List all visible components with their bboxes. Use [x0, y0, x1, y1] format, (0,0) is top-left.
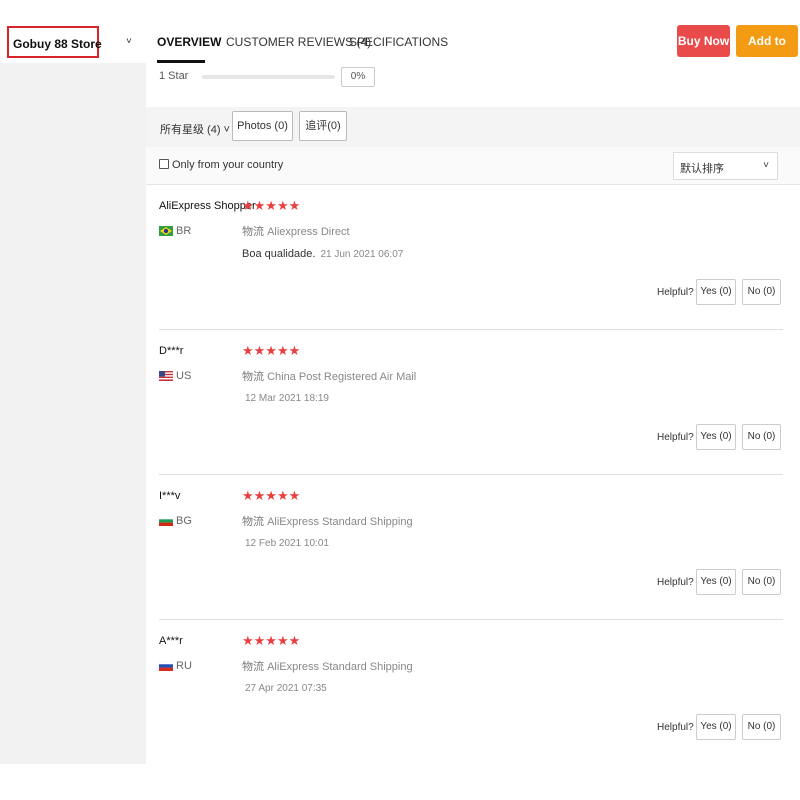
review-item: A***r RU ★★★★★ 物流 AliExpress Standard Sh…: [159, 620, 783, 765]
helpful-label: Helpful?: [657, 432, 694, 443]
helpful-no-button[interactable]: No (0): [742, 569, 781, 595]
sort-select[interactable]: 默认排序 ˅: [673, 152, 778, 180]
rating-percent: 0%: [341, 67, 375, 87]
helpful-label: Helpful?: [657, 577, 694, 588]
star-rating: ★★★★★: [242, 198, 301, 213]
logistics-info: 物流 AliExpress Standard Shipping: [242, 513, 413, 529]
reviewer-name: A***r: [159, 635, 183, 647]
all-ratings-filter[interactable]: 所有星级 (4) ˅: [160, 121, 230, 137]
helpful-label: Helpful?: [657, 287, 694, 298]
helpful-no-button[interactable]: No (0): [742, 714, 781, 740]
review-filter-bar: 所有星级 (4) ˅ Photos (0) 追评(0): [146, 107, 800, 147]
logistics-label: 物流: [242, 661, 264, 673]
logistics-label: 物流: [242, 226, 264, 238]
review-date: 27 Apr 2021 07:35: [245, 683, 327, 694]
review-text: Boa qualidade.: [242, 248, 316, 260]
review-text-line: Boa qualidade. 21 Jun 2021 06:07: [242, 248, 403, 260]
star-rating: ★★★★★: [242, 488, 301, 503]
review-date: 12 Mar 2021 18:19: [245, 393, 329, 404]
tab-overview[interactable]: OVERVIEW: [157, 35, 221, 49]
helpful-yes-button[interactable]: Yes (0): [696, 424, 736, 450]
helpful-no-button[interactable]: No (0): [742, 279, 781, 305]
rating-bar: [202, 75, 335, 79]
country-only-checkbox[interactable]: [159, 159, 169, 169]
brazil-flag-icon: [159, 226, 173, 236]
helpful-no-button[interactable]: No (0): [742, 424, 781, 450]
rating-distribution-row: 1 Star 0%: [159, 63, 779, 91]
tab-specifications[interactable]: SPECIFICATIONS: [349, 35, 448, 49]
rating-label: 1 Star: [159, 70, 189, 82]
review-item: D***r US ★★★★★ 物流 China Post Registered …: [159, 330, 783, 475]
reviewer-country: BG: [176, 515, 192, 527]
bulgaria-flag-icon: [159, 516, 173, 526]
chevron-down-icon: ˅: [763, 160, 769, 171]
logistics-info: 物流 AliExpress Standard Shipping: [242, 658, 413, 674]
usa-flag-icon: [159, 371, 173, 381]
page-bottom: [146, 764, 800, 800]
reviewer-name: I***v: [159, 490, 181, 502]
helpful-label: Helpful?: [657, 722, 694, 733]
logistics-method: AliExpress Standard Shipping: [267, 661, 413, 673]
logistics-label: 物流: [242, 371, 264, 383]
logistics-method: AliExpress Standard Shipping: [267, 516, 413, 528]
reviewer-name: D***r: [159, 345, 184, 357]
star-rating: ★★★★★: [242, 633, 301, 648]
chevron-down-icon[interactable]: ˅: [126, 36, 132, 47]
helpful-yes-button[interactable]: Yes (0): [696, 569, 736, 595]
buy-now-button[interactable]: Buy Now: [677, 25, 730, 57]
reviewer-country: US: [176, 370, 192, 382]
photos-filter-button[interactable]: Photos (0): [232, 111, 293, 141]
logistics-method: China Post Registered Air Mail: [267, 371, 417, 383]
store-name: Gobuy 88 Store: [13, 37, 102, 51]
store-name-box[interactable]: Gobuy 88 Store: [7, 26, 102, 58]
logistics-label: 物流: [242, 516, 264, 528]
review-item: I***v BG ★★★★★ 物流 AliExpress Standard Sh…: [159, 475, 783, 620]
star-rating: ★★★★★: [242, 343, 301, 358]
helpful-yes-button[interactable]: Yes (0): [696, 279, 736, 305]
review-date: 21 Jun 2021 06:07: [320, 249, 404, 260]
add-to-cart-button[interactable]: Add to Cart: [736, 25, 798, 80]
review-date: 12 Feb 2021 10:01: [245, 538, 329, 549]
reviewer-country: BR: [176, 225, 192, 237]
review-item: AliExpress Shopper BR ★★★★★ 物流 Aliexpres…: [159, 185, 783, 330]
logistics-info: 物流 China Post Registered Air Mail: [242, 368, 416, 384]
country-only-label[interactable]: Only from your country: [172, 159, 283, 171]
product-page: Gobuy 88 Store ˅ OVERVIEW CUSTOMER REVIE…: [0, 0, 800, 800]
review-options-bar: Only from your country 默认排序 ˅: [146, 147, 800, 185]
top-navigation: OVERVIEW CUSTOMER REVIEWS (4) SPECIFICAT…: [146, 22, 800, 80]
logistics-info: 物流 Aliexpress Direct: [242, 223, 350, 239]
logistics-method: Aliexpress Direct: [267, 226, 350, 238]
followup-filter-button[interactable]: 追评(0): [299, 111, 347, 141]
sort-selected-value: 默认排序: [680, 163, 724, 175]
russia-flag-icon: [159, 661, 173, 671]
helpful-yes-button[interactable]: Yes (0): [696, 714, 736, 740]
reviewer-country: RU: [176, 660, 192, 672]
left-sidebar: [0, 63, 146, 764]
